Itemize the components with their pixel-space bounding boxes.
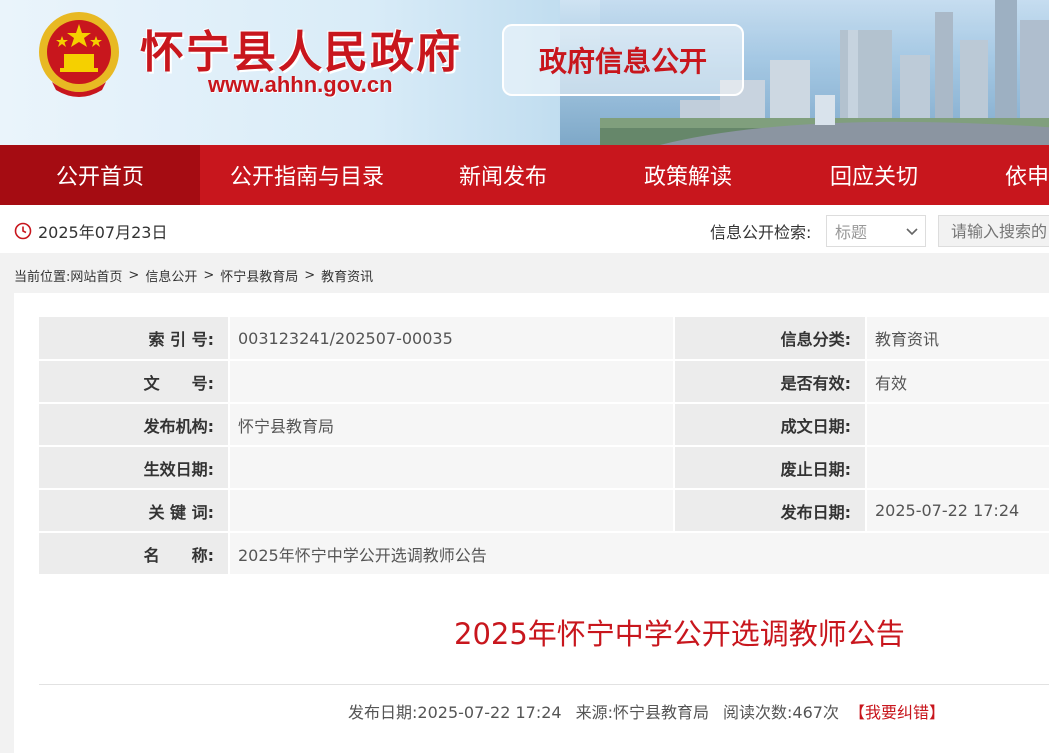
section-tag: 政府信息公开 (502, 24, 744, 96)
nav-item-home[interactable]: 公开首页 (0, 145, 200, 205)
meta-label: 索 引 号: (39, 317, 229, 361)
views-value: 467次 (792, 703, 839, 722)
meta-label: 关 键 词: (39, 489, 229, 533)
meta-label: 发布机构: (39, 403, 229, 447)
meta-row: 关 键 词: 发布日期: 2025-07-22 17:24 (39, 489, 1049, 533)
search-field-select[interactable]: 标题 (826, 215, 926, 247)
article-title: 2025年怀宁中学公开选调教师公告 (14, 611, 1049, 653)
breadcrumb-item-home[interactable]: 网站首页 (70, 266, 122, 285)
nav-item-response[interactable]: 回应关切 (784, 145, 964, 205)
chevron-down-icon (906, 228, 918, 236)
toolbar: 2025年07月23日 信息公开检索: 标题 (0, 205, 1049, 253)
nav-item-apply[interactable]: 依申 (964, 145, 1049, 205)
meta-label: 文 号: (39, 360, 229, 404)
meta-value: 2025-07-22 17:24 (865, 489, 1049, 533)
breadcrumb-item-category[interactable]: 教育资讯 (321, 266, 373, 285)
report-error-link[interactable]: 【我要纠错】 (849, 703, 945, 722)
breadcrumb: 当前位置: 网站首页 > 信息公开 > 怀宁县教育局 > 教育资讯 (0, 253, 1049, 297)
meta-value: 怀宁县教育局 (228, 403, 674, 447)
search-input[interactable] (938, 215, 1049, 247)
views-label: 阅读次数: (723, 703, 793, 722)
article-info-line: 发布日期:2025-07-22 17:24 来源:怀宁县教育局 阅读次数:467次【… (348, 699, 945, 723)
site-title: 怀宁县人民政府 (140, 27, 462, 78)
meta-label: 名 称: (39, 532, 229, 576)
source-label: 来源: (575, 703, 613, 722)
search-label: 信息公开检索: (710, 223, 812, 242)
pub-date-label: 发布日期: (348, 703, 418, 722)
source-value: 怀宁县教育局 (613, 703, 710, 722)
document-meta-table: 索 引 号: 003123241/202507-00035 信息分类: 教育资讯… (39, 317, 1049, 576)
meta-value (865, 403, 1049, 447)
meta-label: 成文日期: (673, 403, 866, 447)
article-title-text: 2025年怀宁中学公开选调教师公告 (454, 617, 905, 651)
meta-label: 信息分类: (673, 317, 866, 361)
meta-row: 生效日期: 废止日期: (39, 446, 1049, 490)
nav-item-policy[interactable]: 政策解读 (592, 145, 784, 205)
search-field-value: 标题 (835, 223, 868, 242)
meta-label: 发布日期: (673, 489, 866, 533)
nav-item-guide[interactable]: 公开指南与目录 (200, 145, 414, 205)
breadcrumb-prefix: 当前位置: (14, 269, 71, 285)
current-date: 2025年07月23日 (14, 219, 167, 243)
clock-icon (14, 222, 32, 240)
meta-value: 有效 (865, 360, 1049, 404)
meta-label: 废止日期: (673, 446, 866, 490)
meta-row: 名 称: 2025年怀宁中学公开选调教师公告 (39, 532, 1049, 576)
breadcrumb-separator: > (128, 267, 140, 283)
meta-label: 生效日期: (39, 446, 229, 490)
main-nav: 公开首页 公开指南与目录 新闻发布 政策解读 回应关切 依申 (0, 145, 1049, 205)
meta-value: 2025年怀宁中学公开选调教师公告 (228, 532, 1049, 576)
meta-row: 文 号: 是否有效: 有效 (39, 360, 1049, 404)
breadcrumb-item-info[interactable]: 信息公开 (145, 266, 197, 285)
meta-value (228, 360, 674, 404)
meta-value (228, 489, 674, 533)
meta-value (865, 446, 1049, 490)
site-banner: 怀宁县人民政府 www.ahhn.gov.cn 政府信息公开 (0, 0, 1049, 145)
meta-row: 发布机构: 怀宁县教育局 成文日期: (39, 403, 1049, 447)
site-url[interactable]: www.ahhn.gov.cn (208, 72, 393, 98)
breadcrumb-separator: > (203, 267, 215, 283)
meta-value: 003123241/202507-00035 (228, 317, 674, 361)
nav-item-news[interactable]: 新闻发布 (414, 145, 592, 205)
meta-label: 是否有效: (673, 360, 866, 404)
breadcrumb-item-bureau[interactable]: 怀宁县教育局 (220, 266, 298, 285)
meta-value (228, 446, 674, 490)
content-panel: 索 引 号: 003123241/202507-00035 信息分类: 教育资讯… (14, 293, 1049, 753)
meta-row: 索 引 号: 003123241/202507-00035 信息分类: 教育资讯 (39, 317, 1049, 361)
national-emblem-icon (39, 12, 119, 97)
pub-date-value: 2025-07-22 17:24 (417, 703, 562, 722)
breadcrumb-separator: > (304, 267, 316, 283)
date-text: 2025年07月23日 (38, 223, 168, 242)
meta-value: 教育资讯 (865, 317, 1049, 361)
divider (39, 684, 1049, 685)
